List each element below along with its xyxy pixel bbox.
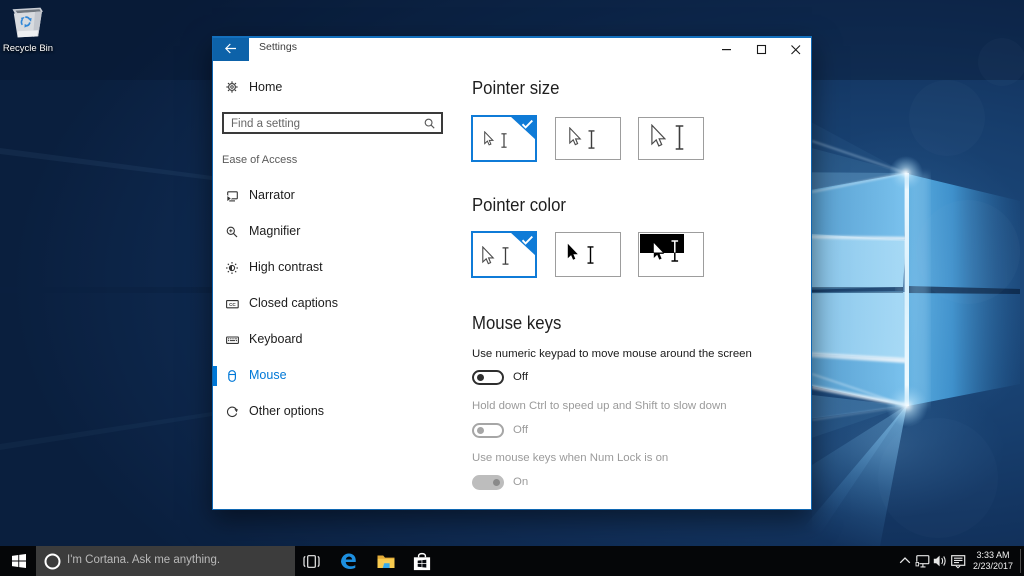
svg-text:CC: CC: [229, 302, 236, 307]
